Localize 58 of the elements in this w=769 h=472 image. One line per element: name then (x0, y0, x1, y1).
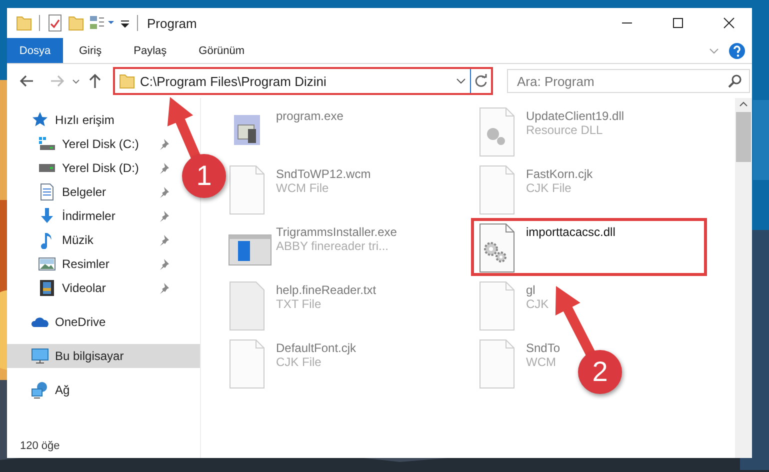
ribbon-tab[interactable]: Görünüm (182, 38, 260, 63)
file-type: ABBY finereader tri... (276, 239, 390, 253)
drive-icon (38, 135, 56, 153)
ribbon-tab[interactable]: Giriş (63, 38, 118, 63)
file-type: CJK File (276, 355, 322, 369)
sidebar-item[interactable]: Videolar (7, 276, 176, 300)
sidebar-item[interactable]: OneDrive (7, 310, 112, 334)
refresh-icon[interactable] (474, 74, 488, 88)
file-type: CJK (526, 297, 549, 311)
sidebar-item[interactable]: Ağ (7, 378, 76, 402)
file-name[interactable]: TrigrammsInstaller.exe (276, 225, 397, 239)
file-name[interactable]: FastKorn.cjk (526, 167, 593, 181)
properties-icon[interactable] (47, 14, 63, 32)
sidebar-item[interactable]: İndirmeler (7, 204, 176, 228)
file-name[interactable]: help.fineReader.txt (276, 283, 376, 297)
sidebar-item[interactable]: Hızlı erişim (7, 108, 120, 132)
file-type: WCM (526, 355, 557, 369)
file-type: CJK File (526, 181, 572, 195)
dropdown-icon[interactable] (456, 76, 466, 86)
ribbon-tab[interactable]: Dosya (7, 38, 63, 63)
up-arrow-icon[interactable] (87, 73, 103, 89)
scroll-thumb[interactable] (736, 112, 751, 162)
address-field[interactable]: C:\Program Files\Program Dizini (115, 69, 471, 93)
file-type: TXT File (276, 297, 322, 311)
file-name[interactable]: importtacacsc.dll (526, 225, 616, 239)
search-field[interactable]: Ara: Program (507, 69, 750, 93)
help-icon[interactable] (728, 42, 746, 60)
item-count: 120 öğe (19, 440, 61, 454)
file-name[interactable]: program.exe (276, 109, 344, 123)
sidebar-item[interactable]: Yerel Disk (C:) (7, 132, 176, 156)
picture-icon (38, 255, 56, 273)
view-options-icon[interactable] (89, 14, 115, 32)
file-name[interactable]: DefaultFont.cjk (276, 341, 356, 355)
window-title: Program (147, 16, 197, 30)
film-icon (38, 279, 56, 297)
download-arrow-icon (38, 207, 56, 225)
sidebar-item[interactable]: Bu bilgisayar (7, 344, 200, 368)
file-type: WCM File (276, 181, 330, 195)
close-icon[interactable] (723, 17, 735, 29)
star-icon (31, 111, 49, 129)
sidebar-item[interactable]: Belgeler (7, 180, 176, 204)
search-icon[interactable] (728, 74, 742, 88)
folder-icon (119, 72, 135, 90)
document-icon (38, 183, 56, 201)
sidebar-item[interactable]: Müzik (7, 228, 176, 252)
sidebar-item[interactable]: Yerel Disk (D:) (7, 156, 176, 180)
back-arrow-icon[interactable] (19, 73, 35, 89)
network-icon (31, 381, 49, 399)
maximize-icon[interactable] (672, 17, 684, 29)
sidebar-item[interactable]: Resimler (7, 252, 176, 276)
file-name[interactable]: SndToWP12.wcm (276, 167, 371, 181)
scrollbar[interactable] (735, 98, 752, 458)
file-name[interactable]: gl (526, 283, 549, 297)
file-type: Resource DLL (526, 123, 604, 137)
monitor-icon (31, 347, 49, 365)
file-name[interactable]: UpdateClient19.dll (526, 109, 624, 123)
file-name[interactable]: SndTo (526, 341, 560, 355)
ribbon-tab[interactable]: Paylaş (118, 38, 183, 63)
